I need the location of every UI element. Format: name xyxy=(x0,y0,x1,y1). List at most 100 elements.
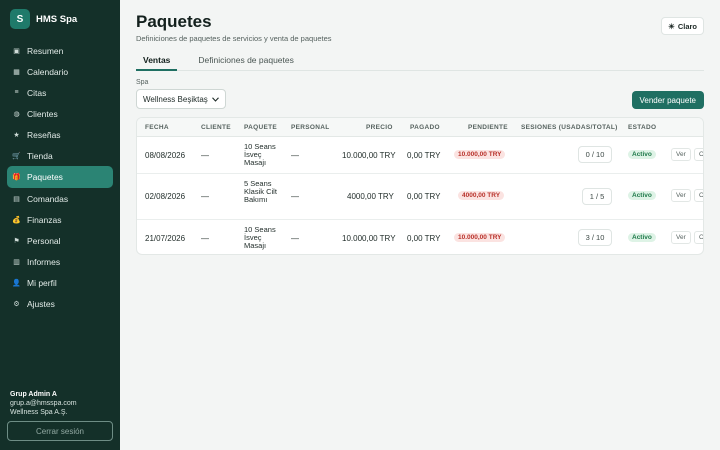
calendar-icon: ▦ xyxy=(13,68,20,76)
sidebar-item-finanzas[interactable]: 💰 Finanzas xyxy=(7,209,113,230)
brand[interactable]: S HMS Spa xyxy=(10,9,77,29)
cell-pagado: 0,00 TRY xyxy=(407,151,441,160)
sidebar-item-clientes[interactable]: ◍ Clientes xyxy=(7,103,113,124)
logout-button[interactable]: Cerrar sesión xyxy=(7,421,113,441)
status-badge: Activo xyxy=(628,191,656,200)
sidebar-item-label: Finanzas xyxy=(27,214,62,225)
sidebar-item-resenas[interactable]: ★ Reseñas xyxy=(7,124,113,145)
sales-table: FECHA CLIENTE PAQUETE PERSONAL PRECIO PA… xyxy=(136,117,704,255)
money-bag-icon: 💰 xyxy=(12,216,21,224)
dashboard-icon: ▣ xyxy=(13,47,20,55)
cell-paquete: 10 Seans İsveç Masajı xyxy=(244,225,276,250)
receipt-icon: ▤ xyxy=(13,195,20,203)
header-cliente: CLIENTE xyxy=(201,124,231,131)
user-email: grup.a@hmsspa.com xyxy=(10,400,77,407)
sidebar-item-label: Resumen xyxy=(27,45,64,56)
header-pendiente: PENDIENTE xyxy=(468,124,508,131)
sidebar-item-label: Personal xyxy=(27,235,61,246)
header-precio: PRECIO xyxy=(366,124,393,131)
cell-paquete: 10 Seans İsveç Masajı xyxy=(244,142,276,167)
header-sesiones: SESIONES (USADAS/TOTAL) xyxy=(521,124,618,131)
header-fecha: FECHA xyxy=(145,124,169,131)
sidebar-item-tienda[interactable]: 🛒 Tienda xyxy=(7,145,113,166)
cell-fecha: 08/08/2026 xyxy=(145,151,186,160)
cell-precio: 10.000,00 TRY xyxy=(342,234,396,243)
sidebar-item-comandas[interactable]: ▤ Comandas xyxy=(7,188,113,209)
view-button[interactable]: Ver xyxy=(671,189,691,202)
chevron-down-icon xyxy=(212,96,219,102)
sidebar-item-label: Citas xyxy=(27,87,47,98)
sidebar-item-personal[interactable]: ⚑ Personal xyxy=(7,230,113,251)
cell-pagado: 0,00 TRY xyxy=(407,192,441,201)
gear-icon: ⚙ xyxy=(13,300,20,308)
sidebar-item-label: Paquetes xyxy=(27,172,63,182)
cell-precio: 10.000,00 TRY xyxy=(342,151,396,160)
table-row: 21/07/2026 — 10 Seans İsveç Masajı — 10.… xyxy=(137,220,703,254)
page-subtitle: Definiciones de paquetes de servicios y … xyxy=(136,34,332,43)
brand-logo: S xyxy=(10,9,30,29)
user-icon: 👤 xyxy=(12,279,21,287)
page-title: Paquetes xyxy=(136,12,212,31)
gift-icon: 🎁 xyxy=(12,174,21,181)
sidebar-item-mi-perfil[interactable]: 👤 Mi perfil xyxy=(7,272,113,293)
table-row: 08/08/2026 — 10 Seans İsveç Masajı — 10.… xyxy=(137,137,703,174)
table-row: 02/08/2026 — 5 Seans Klasik Cilt Bakımı … xyxy=(137,174,703,220)
sidebar-item-resumen[interactable]: ▣ Resumen xyxy=(7,40,113,61)
cell-precio: 4000,00 TRY xyxy=(347,192,394,201)
cell-cliente: — xyxy=(201,192,209,201)
view-button[interactable]: Ver xyxy=(671,231,691,244)
sidebar-item-label: Clientes xyxy=(27,108,58,119)
sidebar-nav: ▣ Resumen ▦ Calendario ≡ Citas ◍ Clientes ★ R… xyxy=(7,40,113,314)
theme-toggle-button[interactable]: ☀ Claro xyxy=(661,17,704,35)
cell-cliente: — xyxy=(201,234,209,243)
sidebar-item-informes[interactable]: ▥ Informes xyxy=(7,251,113,272)
view-button[interactable]: Ver xyxy=(671,148,691,161)
more-action-button[interactable]: Co xyxy=(694,231,703,244)
pending-badge: 4000,00 TRY xyxy=(458,191,505,200)
sidebar-item-label: Comandas xyxy=(27,193,69,204)
pending-badge: 10.000,00 TRY xyxy=(454,233,506,242)
sessions-counter[interactable]: 0 / 10 xyxy=(578,146,612,163)
sidebar-item-label: Reseñas xyxy=(27,129,61,140)
status-badge: Activo xyxy=(628,233,656,242)
header-paquete: PAQUETE xyxy=(244,124,278,131)
sell-package-button[interactable]: Vender paquete xyxy=(631,91,704,109)
sessions-counter[interactable]: 1 / 5 xyxy=(582,188,612,205)
sidebar: S HMS Spa ▣ Resumen ▦ Calendario ≡ Citas ◍ C… xyxy=(0,0,120,450)
header-estado: ESTADO xyxy=(628,124,657,131)
clients-icon: ◍ xyxy=(13,110,20,118)
list-icon: ≡ xyxy=(14,89,19,96)
cell-fecha: 02/08/2026 xyxy=(145,192,186,201)
cell-fecha: 21/07/2026 xyxy=(145,234,186,243)
table-header: FECHA CLIENTE PAQUETE PERSONAL PRECIO PA… xyxy=(137,118,703,137)
sidebar-item-ajustes[interactable]: ⚙ Ajustes xyxy=(7,293,113,314)
cell-paquete: 5 Seans Klasik Cilt Bakımı xyxy=(244,179,277,204)
spa-select-value: Wellness Beşiktaş xyxy=(143,94,208,104)
more-action-button[interactable]: Co xyxy=(694,148,703,161)
cell-personal: — xyxy=(291,234,299,243)
cell-personal: — xyxy=(291,192,299,201)
chart-icon: ▥ xyxy=(13,258,20,266)
sidebar-item-label: Informes xyxy=(27,256,61,267)
theme-label: Claro xyxy=(677,21,697,31)
spa-select[interactable]: Wellness Beşiktaş xyxy=(136,89,226,109)
brand-name: HMS Spa xyxy=(36,13,78,25)
sun-icon: ☀ xyxy=(668,21,675,31)
more-action-button[interactable]: Co xyxy=(694,189,703,202)
header-pagado: PAGADO xyxy=(410,124,440,131)
sidebar-item-citas[interactable]: ≡ Citas xyxy=(7,82,113,103)
status-badge: Activo xyxy=(628,150,656,159)
sidebar-item-label: Tienda xyxy=(27,150,53,161)
cell-pagado: 0,00 TRY xyxy=(407,234,441,243)
sidebar-item-paquetes[interactable]: 🎁 Paquetes xyxy=(7,166,113,188)
sidebar-item-label: Ajustes xyxy=(27,298,55,309)
user-info: Grup Admin A grup.a@hmsspa.com Wellness … xyxy=(10,390,77,417)
user-name: Grup Admin A xyxy=(10,391,57,398)
sidebar-item-label: Calendario xyxy=(27,66,69,77)
cell-personal: — xyxy=(291,151,299,160)
tab-ventas[interactable]: Ventas xyxy=(136,53,178,71)
tab-definiciones[interactable]: Definiciones de paquetes xyxy=(191,53,300,71)
pending-badge: 10.000,00 TRY xyxy=(454,150,506,159)
sidebar-item-calendario[interactable]: ▦ Calendario xyxy=(7,61,113,82)
sessions-counter[interactable]: 3 / 10 xyxy=(578,229,612,246)
